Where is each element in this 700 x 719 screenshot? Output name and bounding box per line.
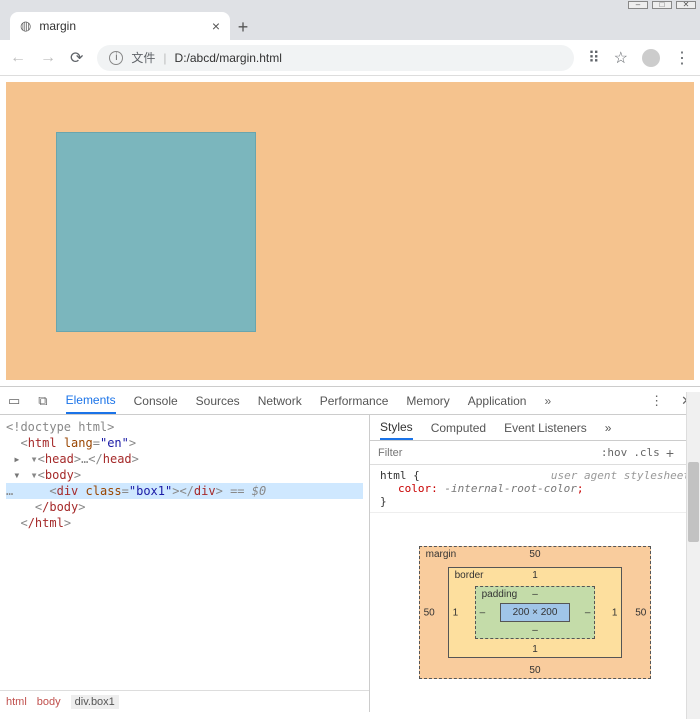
tabs-overflow-icon[interactable]: » [544,394,551,408]
tab-performance[interactable]: Performance [320,394,389,408]
tab-title: margin [39,19,211,33]
viewport [0,76,700,386]
devtools-tabbar: ▭ ⧉ Elements Console Sources Network Per… [0,387,700,415]
styles-filter-row: :hov .cls + ⋮ [370,441,700,465]
tab-network[interactable]: Network [258,394,302,408]
dom-head[interactable]: ▸ ▾<head>…</head> [6,451,363,467]
bm-border-label: border [455,570,484,581]
tab-elements[interactable]: Elements [66,393,116,414]
new-rule-icon[interactable]: + [666,445,674,461]
site-info-icon[interactable]: i [109,51,123,65]
address-bar[interactable]: i 文件 | D:/abcd/margin.html [97,45,574,71]
scrollbar-thumb[interactable] [688,462,699,542]
ua-stylesheet-label: user agent stylesheet [551,469,690,482]
bm-margin-left: 50 [424,607,435,618]
bm-margin[interactable]: margin 50 50 50 50 border 1 1 1 1 paddin… [419,546,652,679]
dom-tree-panel: <!doctype html> <html lang="en"> ▸ ▾<hea… [0,415,370,712]
cls-toggle[interactable]: .cls [633,446,660,459]
browser-toolbar: ← → ⟳ i 文件 | D:/abcd/margin.html ⠿ ☆ ⋮ [0,40,700,76]
tab-close-button[interactable]: × [212,18,220,34]
url-separator: | [163,51,166,65]
dom-doctype[interactable]: <!doctype html> [6,419,363,435]
browser-tabstrip: ◍ margin × + [0,10,700,40]
crumb-div-box1[interactable]: div.box1 [71,695,119,709]
styles-tab-styles[interactable]: Styles [380,420,413,440]
dom-selected-div[interactable]: … <div class="box1"></div> == $0 [6,483,363,499]
page-body [6,82,694,380]
bm-padding[interactable]: padding – – – – 200 × 200 [475,586,596,639]
styles-tabs-overflow-icon[interactable]: » [605,421,612,435]
styles-tabbar: Styles Computed Event Listeners » [370,415,700,441]
bm-border[interactable]: border 1 1 1 1 padding – – – – 200 × 200 [448,567,623,658]
bm-border-top: 1 [532,570,538,581]
window-maximize-button[interactable]: □ [652,1,672,9]
bm-margin-bottom: 50 [529,665,540,676]
bm-padding-top: – [532,589,538,600]
bm-padding-bottom: – [532,625,538,636]
bm-margin-label: margin [426,549,457,560]
translate-icon[interactable]: ⠿ [588,48,600,68]
os-titlebar: – □ ✕ [0,0,700,10]
url-scheme-label: 文件 [131,49,155,66]
styles-tab-eventlisteners[interactable]: Event Listeners [504,421,587,435]
styles-panel: Styles Computed Event Listeners » :hov .… [370,415,700,712]
crumb-html[interactable]: html [6,696,27,708]
bm-margin-right: 50 [635,607,646,618]
device-toolbar-icon[interactable]: ⧉ [38,393,47,409]
dom-html-open[interactable]: <html lang="en"> [6,435,363,451]
bm-border-right: 1 [612,607,618,618]
hov-toggle[interactable]: :hov [601,446,628,459]
box1-element [56,132,256,332]
bm-border-bottom: 1 [532,644,538,655]
forward-button[interactable]: → [40,49,56,67]
styles-tab-computed[interactable]: Computed [431,421,486,435]
css-rule-block[interactable]: html { user agent stylesheet color: -int… [370,465,700,513]
dom-breadcrumb[interactable]: html body div.box1 [0,690,369,712]
back-button[interactable]: ← [10,49,26,67]
bm-padding-right: – [585,607,591,618]
devtools-scrollbar[interactable] [686,392,700,719]
inspect-element-icon[interactable]: ▭ [8,393,20,409]
dom-body-open[interactable]: ▾ ▾<body> [6,467,363,483]
browser-menu-icon[interactable]: ⋮ [674,48,690,68]
devtools-panel: ▭ ⧉ Elements Console Sources Network Per… [0,386,700,712]
bm-content-size: 200 × 200 [500,603,571,622]
rule-selector: html { [380,469,420,482]
new-tab-button[interactable]: + [230,14,256,40]
bm-padding-left: – [480,607,486,618]
bm-border-left: 1 [453,607,459,618]
dom-html-close[interactable]: </html> [6,515,363,531]
devtools-menu-icon[interactable]: ⋮ [650,393,663,409]
reload-button[interactable]: ⟳ [70,48,83,68]
globe-icon: ◍ [20,18,31,34]
tab-console[interactable]: Console [134,394,178,408]
window-minimize-button[interactable]: – [628,1,648,9]
css-property[interactable]: color: -internal-root-color; [380,482,583,495]
tab-application[interactable]: Application [468,394,527,408]
bm-margin-top: 50 [529,549,540,560]
bm-padding-label: padding [482,589,518,600]
box-model-diagram[interactable]: margin 50 50 50 50 border 1 1 1 1 paddin… [370,513,700,712]
dom-body-close[interactable]: </body> [6,499,363,515]
styles-filter-input[interactable] [376,446,436,460]
bookmark-star-icon[interactable]: ☆ [614,48,628,68]
tab-sources[interactable]: Sources [196,394,240,408]
tab-memory[interactable]: Memory [406,394,449,408]
url-text: D:/abcd/margin.html [175,51,282,65]
window-close-button[interactable]: ✕ [676,1,696,9]
browser-tab[interactable]: ◍ margin × [10,12,230,40]
crumb-body[interactable]: body [37,696,61,708]
profile-avatar[interactable] [642,49,660,67]
dom-tree[interactable]: <!doctype html> <html lang="en"> ▸ ▾<hea… [0,415,369,690]
rule-close: } [380,495,387,508]
